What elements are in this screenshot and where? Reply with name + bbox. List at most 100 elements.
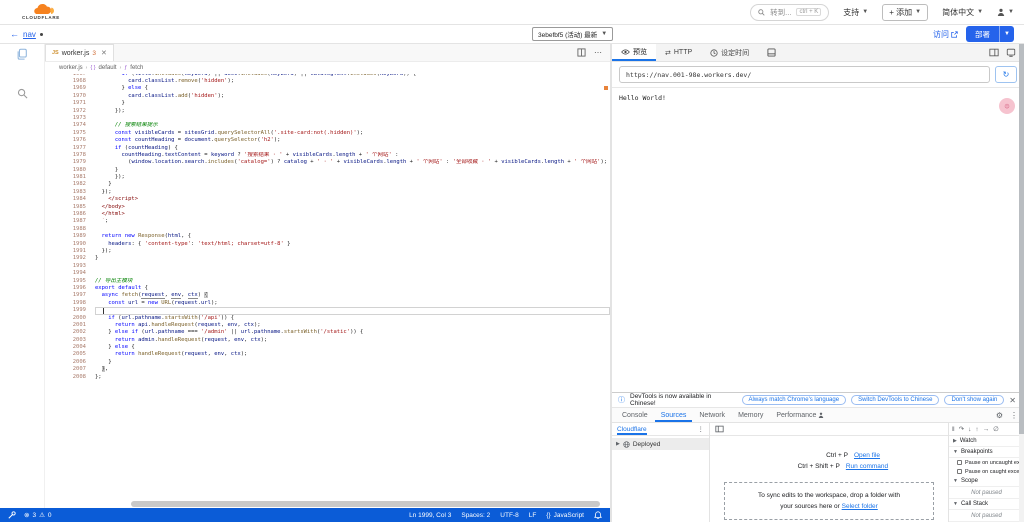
files-icon[interactable]	[16, 48, 28, 60]
code-line[interactable]: 1973	[45, 115, 610, 122]
page-scrollbar-thumb[interactable]	[1019, 44, 1024, 434]
code-line[interactable]: 1983 });	[45, 189, 610, 196]
tab-network[interactable]: Network	[693, 408, 731, 422]
tab-console[interactable]: Console	[616, 408, 654, 422]
code-line[interactable]: 1990 headers: { 'content-type': 'text/ht…	[45, 241, 610, 248]
devtools-toggle[interactable]	[758, 44, 785, 61]
url-input[interactable]	[619, 66, 990, 83]
code-line[interactable]: 1981 });	[45, 174, 610, 181]
problems-indicator[interactable]: ⊗3 ⚠0	[24, 511, 52, 519]
section-watch[interactable]: ▶ Watch	[949, 436, 1024, 447]
tab-sources[interactable]: Sources	[655, 408, 693, 422]
code-line[interactable]: 1970 card.classList.add('hidden');	[45, 93, 610, 100]
more-actions-icon[interactable]: ⋯	[594, 48, 602, 57]
run-command-link[interactable]: Run command	[846, 463, 888, 470]
code-line[interactable]: 1978 countHeading.textContent = keyword …	[45, 152, 610, 159]
navigator-tab-cloudflare[interactable]: Cloudflare	[617, 423, 647, 435]
code-line[interactable]: 1972 });	[45, 108, 610, 115]
breadcrumb-module[interactable]: default	[99, 65, 117, 71]
section-call-stack[interactable]: ▼ Call Stack	[949, 499, 1024, 510]
code-line[interactable]: 2003 return admin.handleRequest(request,…	[45, 337, 610, 344]
code-line[interactable]: 2002 } else if (url.pathname === '/admin…	[45, 329, 610, 336]
tab-performance[interactable]: Performance	[770, 408, 830, 422]
eol[interactable]: LF	[529, 512, 537, 519]
step-over-icon[interactable]: ↷	[959, 425, 964, 433]
code-line[interactable]: 2006 }	[45, 359, 610, 366]
code-line[interactable]: 1982 }	[45, 181, 610, 188]
visit-link[interactable]: 访问	[933, 29, 958, 40]
code-line[interactable]: 1996export default {	[45, 285, 610, 292]
code-line[interactable]: 1994	[45, 270, 610, 277]
support-menu[interactable]: 支持▼	[843, 7, 868, 18]
code-line[interactable]: 1993	[45, 263, 610, 270]
search-panel-icon[interactable]	[17, 88, 28, 99]
deploy-button[interactable]: 部署	[966, 26, 1000, 42]
split-view-icon[interactable]	[989, 48, 999, 57]
toggle-navigator-icon[interactable]	[715, 425, 724, 433]
code-line[interactable]: 1971 }	[45, 100, 610, 107]
match-language-button[interactable]: Always match Chrome's language	[742, 395, 847, 405]
code-line[interactable]: 1979 (window.location.search.includes('c…	[45, 159, 610, 166]
tree-expand-icon[interactable]: ▶	[616, 441, 620, 447]
language-mode[interactable]: {} JavaScript	[546, 512, 584, 519]
banner-close-icon[interactable]: ✕	[1009, 396, 1018, 405]
code-line[interactable]: 1992}	[45, 255, 610, 262]
breadcrumb-file[interactable]: worker.js	[59, 65, 83, 71]
cursor-position[interactable]: Ln 1999, Col 3	[409, 512, 451, 519]
encoding[interactable]: UTF-8	[500, 512, 518, 519]
code-line[interactable]: 1998 const url = new URL(request.url);	[45, 300, 610, 307]
back-button[interactable]: ←	[10, 29, 19, 39]
refresh-button[interactable]: ↻	[995, 66, 1017, 83]
code-line[interactable]: 2001 return api.handleRequest(request, e…	[45, 322, 610, 329]
dont-show-again-button[interactable]: Don't show again	[944, 395, 1004, 405]
tab-worker-js[interactable]: JS worker.js 3 ✕	[45, 44, 114, 61]
remote-indicator[interactable]	[8, 511, 16, 519]
horizontal-scrollbar-thumb[interactable]	[131, 501, 600, 507]
code-line[interactable]: 2007 },	[45, 366, 610, 373]
notifications-bell-icon[interactable]	[594, 511, 602, 519]
deploy-options-button[interactable]: ▼	[1000, 26, 1014, 42]
code-line[interactable]: 1980 }	[45, 167, 610, 174]
step-out-icon[interactable]: ↑	[975, 426, 978, 433]
feedback-button[interactable]: ☺	[999, 98, 1015, 114]
split-editor-icon[interactable]	[577, 48, 586, 57]
code-line[interactable]: 2008};	[45, 374, 610, 381]
deactivate-breakpoints-icon[interactable]: ∅	[993, 425, 999, 433]
tab-schedule[interactable]: 设定时间	[701, 44, 758, 61]
code-line[interactable]: 1975 const visibleCards = sitesGrid.quer…	[45, 130, 610, 137]
section-scope[interactable]: ▼ Scope	[949, 476, 1024, 487]
code-line[interactable]: 1987 `;	[45, 218, 610, 225]
code-line[interactable]: 2004 } else {	[45, 344, 610, 351]
code-line[interactable]: 1976 const countHeading = document.query…	[45, 137, 610, 144]
open-file-link[interactable]: Open file	[854, 452, 880, 459]
cloudflare-logo[interactable]: CLOUDFLARE	[22, 4, 60, 21]
switch-chinese-button[interactable]: Switch DevTools to Chinese	[851, 395, 939, 405]
global-search[interactable]: 转到... ctrl + K	[750, 4, 829, 21]
code-editor[interactable]: 1967 if (title.includes(keyword) || desc…	[45, 74, 610, 500]
tab-preview[interactable]: 预览	[612, 44, 656, 61]
code-line[interactable]: 1991 });	[45, 248, 610, 255]
select-folder-link[interactable]: Select folder	[842, 503, 878, 510]
code-line[interactable]: 2000 if (url.pathname.startsWith('/api')…	[45, 315, 610, 322]
worker-name-link[interactable]: nav	[23, 30, 36, 39]
breadcrumb-symbol[interactable]: fetch	[130, 65, 143, 71]
code-line[interactable]: 1974 // 搜索结果提示	[45, 122, 610, 129]
version-dropdown[interactable]: 3ebefbf5 (活动) 最新 ▼	[532, 27, 613, 41]
account-menu[interactable]: ▼	[997, 8, 1014, 16]
code-line[interactable]: 2005 return handleRequest(request, env, …	[45, 351, 610, 358]
code-line[interactable]: 1986 </html>	[45, 211, 610, 218]
pause-icon[interactable]: ‖	[952, 426, 955, 433]
language-menu[interactable]: 简体中文▼	[942, 7, 983, 18]
pause-uncaught-checkbox[interactable]	[957, 460, 962, 465]
code-line[interactable]: 1988	[45, 226, 610, 233]
tab-http[interactable]: ⇄ HTTP	[656, 44, 701, 61]
code-line[interactable]: 1995// 导出主模块	[45, 278, 610, 285]
code-line[interactable]: 1985 </body>	[45, 204, 610, 211]
navigator-more-icon[interactable]: ⋮	[698, 425, 705, 433]
indentation[interactable]: Spaces: 2	[461, 512, 490, 519]
code-line[interactable]: 1999	[45, 307, 610, 314]
section-breakpoints[interactable]: ▼ Breakpoints	[949, 447, 1024, 458]
code-line[interactable]: 1977 if (countHeading) {	[45, 145, 610, 152]
pause-caught-checkbox[interactable]	[957, 469, 962, 474]
device-icon[interactable]	[1006, 48, 1016, 57]
